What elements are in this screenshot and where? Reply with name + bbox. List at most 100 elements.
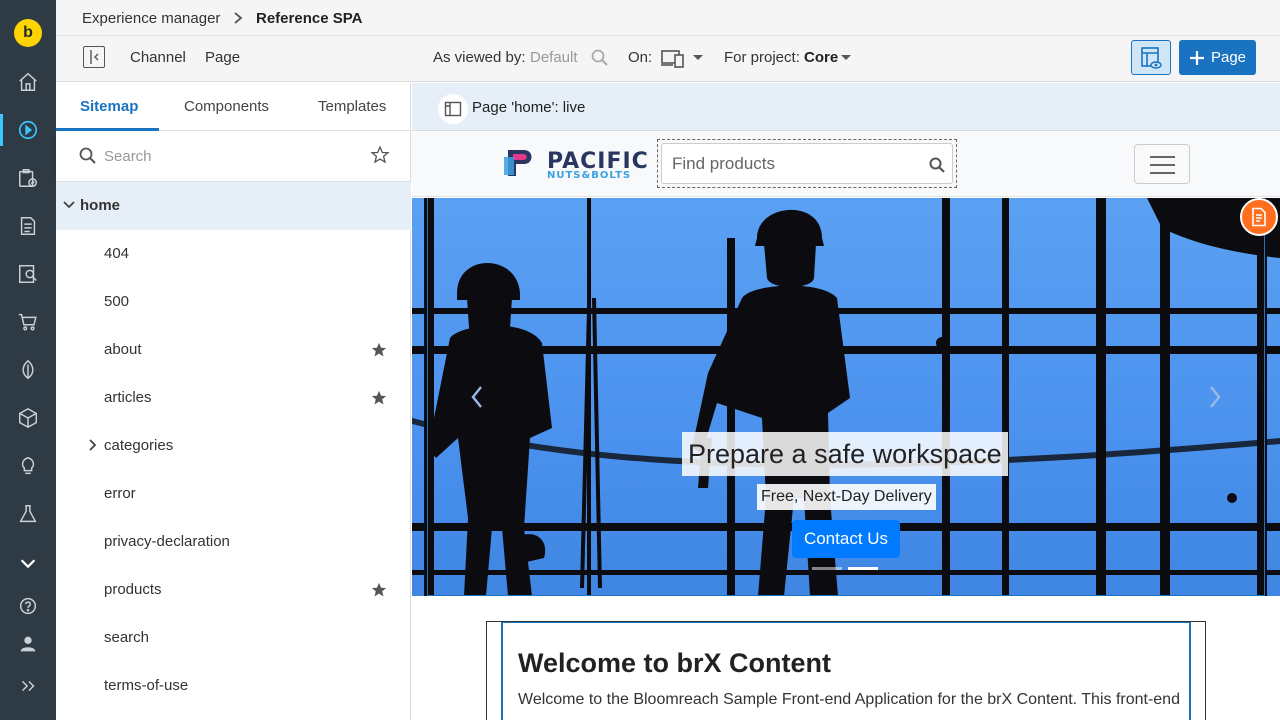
help-icon[interactable] xyxy=(0,586,56,626)
sitemap-node-label: 500 xyxy=(104,293,130,310)
site-logo[interactable]: PACIFIC NUTS&BOLTS xyxy=(502,146,648,181)
star-icon[interactable] xyxy=(370,581,388,599)
sitemap-search xyxy=(56,132,411,182)
chevron-right-icon[interactable] xyxy=(86,438,100,452)
hamburger-line xyxy=(1150,164,1175,166)
preview-toggle-button[interactable] xyxy=(1131,40,1171,75)
new-page-button[interactable]: Page xyxy=(1179,40,1256,75)
user-icon[interactable] xyxy=(0,624,56,664)
page-info-button[interactable] xyxy=(438,94,468,124)
hamburger-line xyxy=(1150,156,1175,158)
sitemap-node-500[interactable]: 500 xyxy=(56,278,411,326)
page-canvas: Page 'home': live PACIFIC NUTS&BOLTS Fin… xyxy=(412,83,1280,720)
hamburger-line xyxy=(1150,172,1175,174)
sitemap-node-label: products xyxy=(104,581,162,598)
insights-icon[interactable] xyxy=(0,446,56,486)
device-selector[interactable] xyxy=(660,48,710,70)
content-component[interactable]: Welcome to brX Content Welcome to the Bl… xyxy=(501,622,1191,720)
sitemap-node-label: articles xyxy=(104,389,152,406)
categories-icon[interactable] xyxy=(0,350,56,390)
hero-subtitle: Free, Next-Day Delivery xyxy=(757,484,936,510)
tab-templates[interactable]: Templates xyxy=(318,98,386,115)
breadcrumb-bar: Experience manager Reference SPA xyxy=(56,0,1280,36)
toggle-sidebar-button[interactable] xyxy=(83,46,105,68)
components-icon[interactable] xyxy=(0,398,56,438)
projects-icon[interactable] xyxy=(0,158,56,198)
sitemap-node-home[interactable]: home xyxy=(56,182,411,230)
content-search-icon[interactable] xyxy=(0,254,56,294)
experience-manager-icon[interactable] xyxy=(0,110,56,150)
sitemap-node-label: search xyxy=(104,629,150,646)
more-icon[interactable] xyxy=(0,543,56,583)
chevron-down-icon[interactable] xyxy=(840,53,852,63)
carousel-prev-icon[interactable] xyxy=(470,385,484,409)
edit-content-button[interactable] xyxy=(1240,198,1278,236)
welcome-body: Welcome to the Bloomreach Sample Front-e… xyxy=(518,691,1180,708)
find-products-input[interactable] xyxy=(672,153,912,175)
star-outline-icon[interactable] xyxy=(370,145,390,165)
chevron-right-icon xyxy=(234,12,243,24)
left-nav-rail: b xyxy=(0,0,56,720)
sitemap-node-label: home xyxy=(80,197,121,214)
sitemap-search-input[interactable] xyxy=(104,144,354,168)
document-edit-icon xyxy=(1252,207,1266,227)
project-selector[interactable]: Core xyxy=(804,49,838,66)
sitemap-node-404[interactable]: 404 xyxy=(56,230,411,278)
search-icon xyxy=(79,147,96,164)
bloomreach-logo[interactable]: b xyxy=(14,19,42,47)
sitemap-node-label: about xyxy=(104,341,142,358)
sitemap-node-label: 404 xyxy=(104,245,130,262)
tab-components[interactable]: Components xyxy=(184,98,269,115)
site-menu-button[interactable] xyxy=(1134,144,1190,184)
star-icon[interactable] xyxy=(370,341,388,359)
sitemap-node-label: categories xyxy=(104,437,174,454)
breadcrumb-channel: Reference SPA xyxy=(256,10,363,27)
sitemap-tree: home 404 500 about articles categories e… xyxy=(56,182,411,710)
welcome-heading: Welcome to brX Content xyxy=(518,648,832,678)
preview-layout-icon xyxy=(1141,46,1162,69)
star-icon[interactable] xyxy=(370,389,388,407)
contact-us-button[interactable]: Contact Us xyxy=(792,520,900,558)
sitemap-node-articles[interactable]: articles xyxy=(56,374,411,422)
search-component-outline xyxy=(657,139,957,188)
breadcrumb-app[interactable]: Experience manager xyxy=(82,10,220,27)
chevron-down-icon xyxy=(693,55,703,60)
on-label: On: xyxy=(628,49,653,66)
content-icon[interactable] xyxy=(0,206,56,246)
sitemap-node-label: error xyxy=(104,485,136,502)
carousel-indicator-active[interactable] xyxy=(848,567,878,570)
expand-nav-icon[interactable] xyxy=(0,666,56,706)
sitemap-node-terms-of-use[interactable]: terms-of-use xyxy=(56,662,411,710)
panel-tabs: Sitemap Components Templates xyxy=(56,83,411,131)
hero-title: Prepare a safe workspace xyxy=(682,432,1008,476)
product-search-box xyxy=(661,143,953,184)
carousel-indicator[interactable] xyxy=(812,567,842,570)
sitemap-panel: Sitemap Components Templates home 404 50… xyxy=(56,83,411,720)
new-page-label: Page xyxy=(1210,49,1247,66)
sitemap-node-search[interactable]: search xyxy=(56,614,411,662)
sitemap-node-about[interactable]: about xyxy=(56,326,411,374)
viewed-by-label: As viewed by: xyxy=(433,49,526,66)
home-icon[interactable] xyxy=(0,62,56,102)
sitemap-node-label: terms-of-use xyxy=(104,677,189,694)
sitemap-node-privacy-declaration[interactable]: privacy-declaration xyxy=(56,518,411,566)
commerce-icon[interactable] xyxy=(0,302,56,342)
search-icon[interactable] xyxy=(590,48,610,68)
experiments-icon[interactable] xyxy=(0,494,56,534)
tab-sitemap[interactable]: Sitemap xyxy=(80,98,138,115)
channel-menu[interactable]: Channel xyxy=(130,49,186,66)
sitemap-node-error[interactable]: error xyxy=(56,470,411,518)
page-live-status: Page 'home': live xyxy=(472,99,586,116)
app-window: b Experience manager Reference SPA Chann… xyxy=(0,0,1280,720)
search-icon[interactable] xyxy=(928,156,946,174)
page-status-bar: Page 'home': live xyxy=(412,83,1280,131)
carousel-next-icon[interactable] xyxy=(1208,385,1222,409)
hero-carousel: Prepare a safe workspace Free, Next-Day … xyxy=(412,198,1280,596)
viewed-by-value[interactable]: Default xyxy=(530,49,578,66)
page-menu[interactable]: Page xyxy=(205,49,240,66)
sitemap-node-categories[interactable]: categories xyxy=(56,422,411,470)
sitemap-node-products[interactable]: products xyxy=(56,566,411,614)
sitemap-node-label: privacy-declaration xyxy=(104,533,230,550)
chevron-down-icon[interactable] xyxy=(62,198,76,212)
banner-component-outline: Welcome to brX Content Welcome to the Bl… xyxy=(486,621,1206,720)
